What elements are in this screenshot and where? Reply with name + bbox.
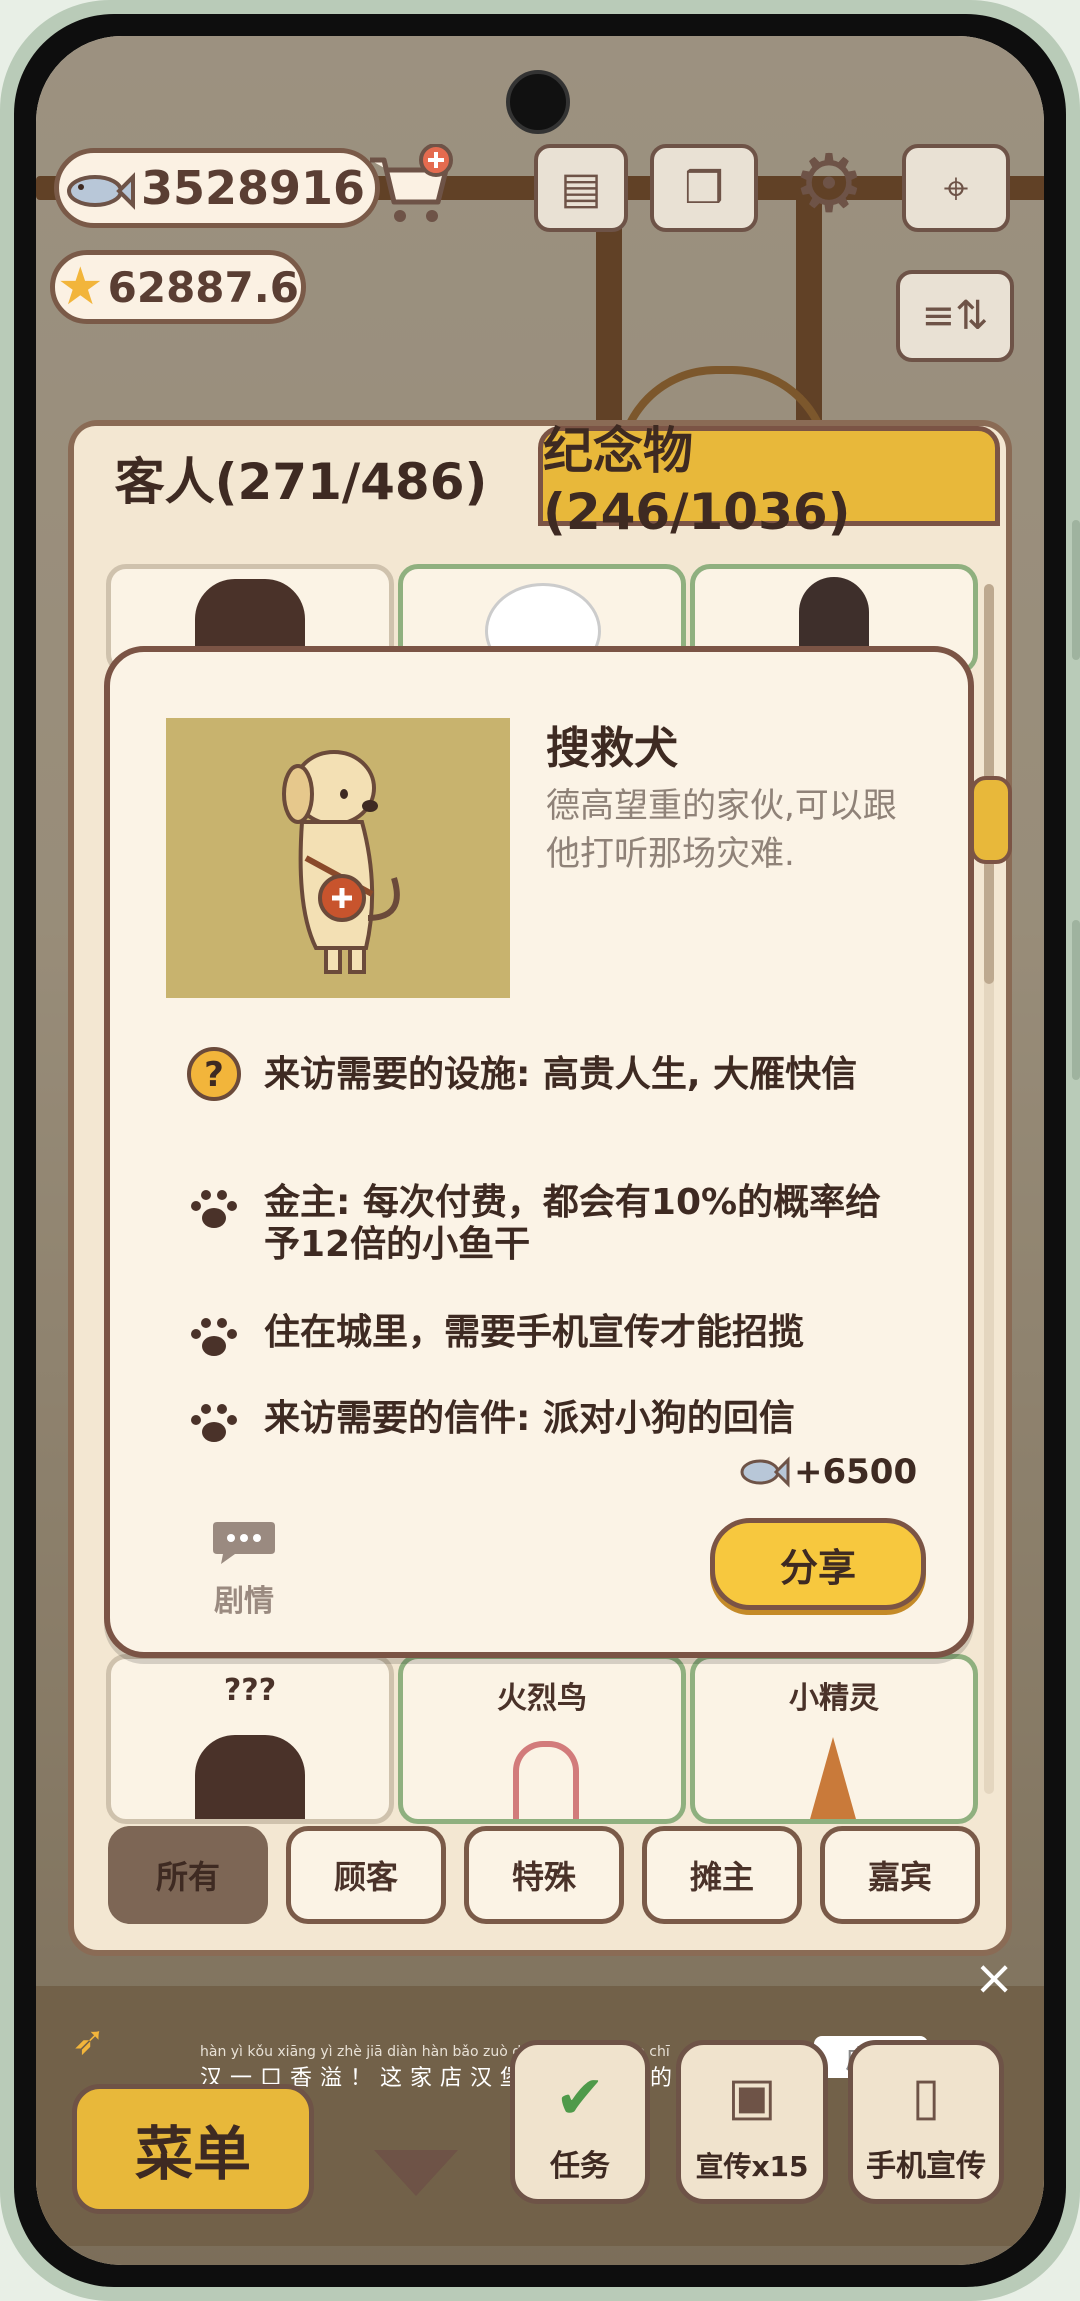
paw-icon <box>186 1314 242 1362</box>
tab-guests[interactable]: 客人(271/486) <box>74 426 528 530</box>
story-label: 剧情 <box>214 1584 274 1619</box>
task-label: 任务 <box>550 2149 610 2184</box>
promo-button[interactable]: ▣ 宣传x15 <box>676 2040 828 2204</box>
rescue-dog-icon <box>282 750 400 974</box>
guest-card[interactable]: ??? <box>106 1654 394 1824</box>
ad-logo-icon: ➶ <box>72 2018 106 2064</box>
shop-cart-button[interactable] <box>366 143 456 228</box>
gnome-icon <box>805 1737 861 1819</box>
guest-name-title: 搜救犬 <box>546 723 678 774</box>
phone-promo-label: 手机宣传 <box>866 2149 986 2184</box>
filter-all[interactable]: 所有 <box>108 1826 268 1924</box>
cart-icon <box>370 143 453 222</box>
share-button[interactable]: 分享 <box>710 1518 926 1610</box>
tab-guests-label: 客人(271/486) <box>114 453 488 511</box>
side-handle[interactable] <box>970 776 1012 864</box>
grid-scrollbar[interactable] <box>984 584 994 1794</box>
filter-label: 嘉宾 <box>867 1858 932 1896</box>
trait-letter: 来访需要的信件: 派对小狗的回信 <box>264 1398 795 1439</box>
profile-card-button[interactable]: ▤ <box>534 144 628 232</box>
power-button <box>1072 520 1080 660</box>
trait-facility: 来访需要的设施: 高贵人生, 大雁快信 <box>264 1054 858 1095</box>
filter-label: 顾客 <box>333 1858 398 1896</box>
phone-icon: ▯ <box>911 2067 941 2127</box>
tab-souvenirs-label: 纪念物(246/1036) <box>543 422 851 541</box>
reward: +6500 <box>738 1452 917 1492</box>
paw-icon <box>186 1186 242 1234</box>
book-button[interactable]: ❒ <box>650 144 758 232</box>
flamingo-icon <box>513 1741 579 1819</box>
filter-guests-of-honor[interactable]: 嘉宾 <box>820 1826 980 1924</box>
fish-icon <box>740 1456 790 1488</box>
fish-count: 3528916 <box>141 161 366 215</box>
story-button[interactable]: 剧情 <box>194 1518 294 1620</box>
promo-card-icon: ▣ <box>727 2067 777 2127</box>
filter-special[interactable]: 特殊 <box>464 1826 624 1924</box>
paw-icon <box>186 1400 242 1448</box>
guest-card[interactable]: 火烈鸟 <box>398 1654 686 1824</box>
guest-name: 小精灵 <box>789 1681 879 1716</box>
layout-toggle-button[interactable]: ≡⇅ <box>896 270 1014 362</box>
map-icon: ⌖ <box>943 162 969 214</box>
gear-icon: ⚙ <box>793 137 865 230</box>
filter-customers[interactable]: 顾客 <box>286 1826 446 1924</box>
guest-card[interactable]: 小精灵 <box>690 1654 978 1824</box>
task-button[interactable]: ✔ 任务 <box>510 2040 650 2204</box>
sort-icon: ≡⇅ <box>921 293 989 339</box>
filter-label: 摊主 <box>689 1858 754 1896</box>
map-button[interactable]: ⌖ <box>902 144 1010 232</box>
promo-label: 宣传x15 <box>695 2150 809 2183</box>
trait-city: 住在城里，需要手机宣传才能招揽 <box>264 1312 805 1353</box>
checkmark-icon: ✔ <box>554 2063 606 2133</box>
silhouette-icon <box>195 1735 305 1819</box>
star-count: 62887.6 <box>107 262 299 312</box>
star-counter: ★ 62887.6 <box>50 250 306 324</box>
collapse-arrow-button[interactable] <box>374 2150 458 2196</box>
filter-label: 特殊 <box>511 1858 576 1896</box>
trait-patron: 金主: 每次付费，都会有10%的概率给予12倍的小鱼干 <box>264 1182 882 1265</box>
star-icon: ★ <box>57 257 104 317</box>
book-icon: ❒ <box>684 162 724 214</box>
guest-detail-popup: 搜救犬 德高望重的家伙,可以跟他打听那场灾难. ? 来访需要的设施: 高贵人生,… <box>104 646 974 1658</box>
fish-icon <box>65 168 135 210</box>
fish-counter: 3528916 <box>54 148 380 228</box>
filter-label: 所有 <box>155 1858 220 1896</box>
ad-close-button[interactable]: × <box>974 1954 1014 2002</box>
settings-button[interactable]: ⚙ <box>786 144 872 224</box>
question-icon: ? <box>186 1046 242 1106</box>
volume-button <box>1072 920 1080 1080</box>
menu-label: 菜单 <box>134 2120 251 2188</box>
filter-vendors[interactable]: 摊主 <box>642 1826 802 1924</box>
front-camera <box>506 70 570 134</box>
phone-promo-button[interactable]: ▯ 手机宣传 <box>848 2040 1004 2204</box>
tab-souvenirs[interactable]: 纪念物(246/1036) <box>538 422 1000 541</box>
reward-amount: +6500 <box>794 1452 918 1492</box>
guest-portrait <box>166 718 510 998</box>
menu-button[interactable]: 菜单 <box>72 2084 314 2214</box>
guest-name: ??? <box>223 1673 277 1708</box>
guest-description: 德高望重的家伙,可以跟他打听那场灾难. <box>546 786 897 874</box>
share-label: 分享 <box>779 1545 856 1590</box>
guest-name: 火烈鸟 <box>497 1681 587 1716</box>
speech-bubble-icon <box>213 1522 275 1564</box>
id-card-icon: ▤ <box>560 162 602 214</box>
svg-text:?: ? <box>204 1055 224 1095</box>
